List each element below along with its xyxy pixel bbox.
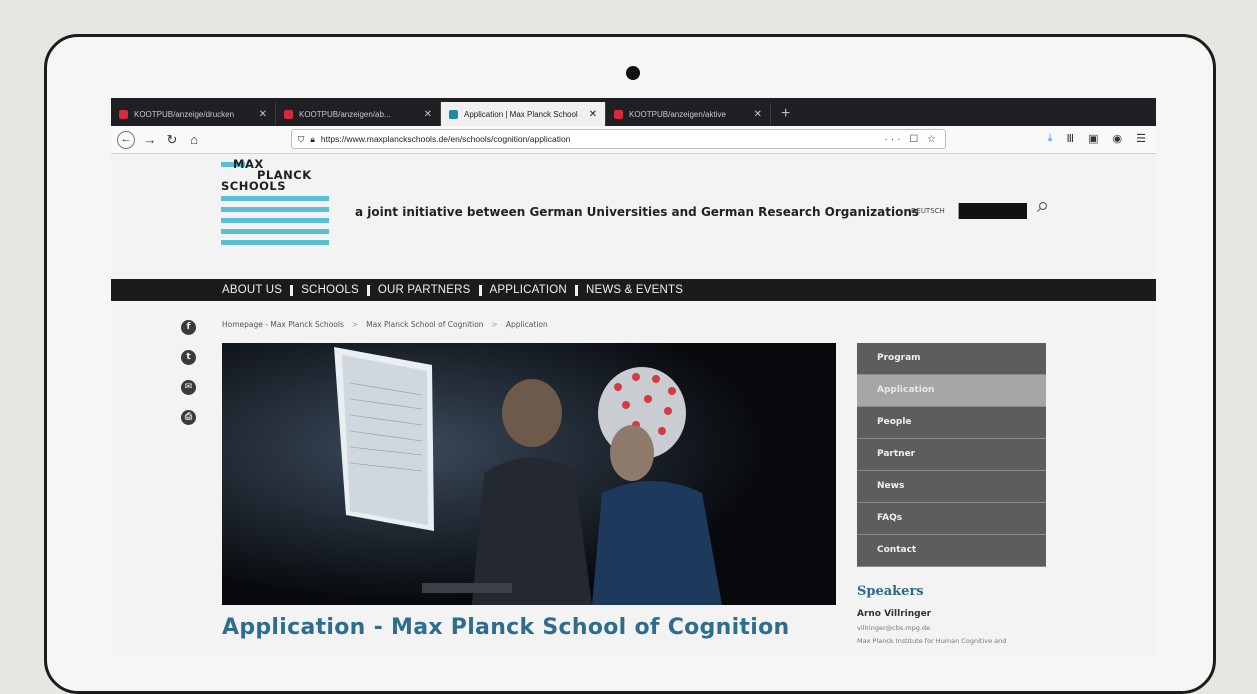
twitter-icon[interactable]: t (181, 350, 196, 365)
logo-stripe (221, 207, 329, 212)
library-icon[interactable]: Ⅲ (1067, 132, 1075, 145)
nav-divider (478, 284, 482, 296)
reload-icon[interactable]: ↻ (161, 132, 183, 148)
search-input[interactable] (958, 203, 1027, 219)
menu-icon[interactable]: ☰ (1136, 132, 1146, 145)
site-logo[interactable]: MAX PLANCK SCHOOLS (221, 158, 329, 251)
site-tagline: a joint initiative between German Univer… (355, 205, 919, 219)
page-title-part2: Max Planck School of Cognition (391, 615, 790, 640)
tab-favicon-icon (284, 109, 293, 119)
new-tab-button[interactable]: + (771, 105, 800, 126)
logo-line: SCHOOLS (221, 179, 287, 193)
nav-divider (366, 284, 370, 296)
mail-icon[interactable]: ✉ (181, 380, 196, 395)
print-icon[interactable]: ⎙ (181, 410, 196, 425)
tab-close-icon[interactable]: ✕ (754, 109, 762, 120)
search-icon[interactable] (1036, 201, 1048, 213)
download-icon[interactable]: ⤓ (1048, 132, 1053, 145)
page-title-dash: - (365, 615, 391, 640)
sidenav-application[interactable]: Application (857, 375, 1046, 407)
tab-bar: KOOTPUB/anzeige/drucken ✕ KOOTPUB/anzeig… (111, 98, 1156, 126)
sidenav-news[interactable]: News (857, 471, 1046, 503)
tab-title: KOOTPUB/anzeigen/ab... (299, 109, 391, 119)
facebook-icon[interactable]: f (181, 320, 196, 335)
tab-favicon-icon (449, 109, 458, 119)
breadcrumb-separator: > (491, 320, 498, 329)
browser-toolbar: ← → ↻ ⌂ ⛉ 🔒︎ https://www.maxplanckschool… (111, 126, 1156, 154)
page-title-part1: Application (222, 615, 366, 640)
tab-favicon-icon (614, 109, 623, 119)
sidenav-people[interactable]: People (857, 407, 1046, 439)
web-page: MAX PLANCK SCHOOLS a joint initiative be… (111, 154, 1156, 658)
logo-text: MAX PLANCK SCHOOLS (221, 158, 329, 193)
home-icon[interactable]: ⌂ (183, 132, 205, 147)
language-switch[interactable]: DEUTSCH (911, 207, 945, 215)
address-bar[interactable]: ⛉ 🔒︎ https://www.maxplanckschools.de/en/… (291, 129, 946, 149)
breadcrumb-item[interactable]: Homepage - Max Planck Schools (222, 320, 344, 329)
tab-title: KOOTPUB/anzeige/drucken (134, 109, 235, 119)
nav-schools[interactable]: SCHOOLS (301, 284, 359, 296)
section-sidenav: Program Application People Partner News … (857, 343, 1046, 567)
nav-application[interactable]: APPLICATION (490, 284, 567, 296)
nav-divider (290, 284, 294, 296)
sidenav-program[interactable]: Program (857, 343, 1046, 375)
sidenav-partner[interactable]: Partner (857, 439, 1046, 471)
browser-tab[interactable]: KOOTPUB/anzeigen/ab... ✕ (276, 102, 441, 126)
hero-image (222, 343, 836, 605)
tab-title: Application | Max Planck School (464, 109, 578, 119)
social-share-bar: f t ✉ ⎙ (181, 320, 196, 425)
speaker-name: Arno Villringer (857, 609, 932, 619)
nav-our-partners[interactable]: OUR PARTNERS (378, 284, 471, 296)
breadcrumb-item[interactable]: Max Planck School of Cognition (366, 320, 483, 329)
nav-news-events[interactable]: NEWS & EVENTS (586, 284, 683, 296)
tab-close-icon[interactable]: ✕ (424, 109, 432, 120)
tab-close-icon[interactable]: ✕ (259, 109, 267, 120)
speaker-institution: Max Planck Institute for Human Cognitive… (857, 637, 1007, 645)
logo-stripe (221, 218, 329, 223)
breadcrumb-separator: > (351, 320, 359, 329)
breadcrumb-item-current: Application (505, 320, 548, 329)
tab-title: KOOTPUB/anzeigen/aktive (629, 109, 726, 119)
screen: KOOTPUB/anzeige/drucken ✕ KOOTPUB/anzeig… (111, 98, 1156, 658)
logo-stripe (221, 240, 329, 245)
speaker-email[interactable]: villringer@cbs.mpg.de (857, 624, 930, 632)
logo-stripe (221, 229, 329, 234)
breadcrumb: Homepage - Max Planck Schools > Max Plan… (222, 320, 548, 329)
nav-about-us[interactable]: ABOUT US (222, 284, 282, 296)
main-navigation: ABOUT US SCHOOLS OUR PARTNERS APPLICATIO… (111, 279, 1156, 301)
browser-tab-active[interactable]: Application | Max Planck School ✕ (441, 102, 606, 126)
tab-favicon-icon (119, 109, 128, 119)
logo-stripe (221, 196, 329, 201)
sidenav-faqs[interactable]: FAQs (857, 503, 1046, 535)
sidebar-icon[interactable]: ▣ (1088, 132, 1098, 145)
nav-divider (574, 284, 578, 296)
tab-close-icon[interactable]: ✕ (589, 109, 597, 120)
speakers-heading: Speakers (857, 584, 924, 599)
lock-icon[interactable]: 🔒︎ (310, 134, 315, 145)
shield-icon[interactable]: ⛉ (298, 134, 304, 145)
page-actions-icon[interactable]: ··· ☐ ☆ (885, 134, 939, 145)
toolbar-icons: ⤓ Ⅲ ▣ ◉ ☰ (1048, 132, 1146, 145)
forward-icon[interactable]: → (139, 132, 161, 147)
browser-tab[interactable]: KOOTPUB/anzeige/drucken ✕ (111, 102, 276, 126)
url-text[interactable]: https://www.maxplanckschools.de/en/schoo… (321, 134, 879, 144)
sidenav-contact[interactable]: Contact (857, 535, 1046, 567)
account-icon[interactable]: ◉ (1113, 132, 1123, 145)
page-title: Application - Max Planck School of Cogni… (222, 615, 789, 640)
back-icon[interactable]: ← (117, 130, 135, 149)
browser-tab[interactable]: KOOTPUB/anzeigen/aktive ✕ (606, 102, 771, 126)
webcam (626, 66, 640, 80)
